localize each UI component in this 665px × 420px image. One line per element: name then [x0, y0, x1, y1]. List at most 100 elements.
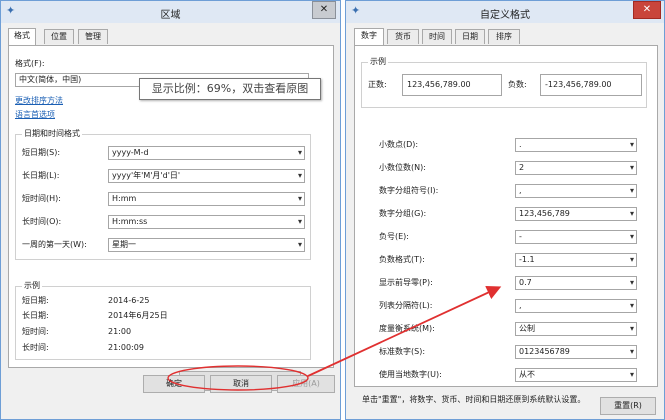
chevron-down-icon: ▾: [629, 255, 634, 264]
decimal-digits-select[interactable]: 2 ▾: [515, 161, 637, 175]
chevron-down-icon: ▾: [297, 148, 302, 157]
digit-grouping-symbol-value: ,: [519, 186, 522, 195]
tab-number[interactable]: 数字: [354, 28, 384, 45]
short-date-value: yyyy-M-d: [112, 148, 149, 157]
digit-grouping-value: 123,456,789: [519, 209, 570, 218]
negative-sign-label: 负号(E):: [379, 232, 409, 241]
long-time-value: H:mm:ss: [112, 217, 148, 226]
chevron-down-icon: ▾: [629, 209, 634, 218]
digit-grouping-symbol-label: 数字分组符号(I):: [379, 186, 439, 195]
chevron-down-icon: ▾: [629, 278, 634, 287]
decimal-digits-value: 2: [519, 163, 525, 172]
example-short-date-value: 2014-6-25: [108, 296, 150, 305]
tab-location[interactable]: 位置: [44, 29, 74, 44]
reset-button[interactable]: 重置(R): [600, 397, 656, 415]
negative-sign-value: -: [519, 232, 522, 241]
positive-value: 123,456,789.00: [402, 74, 502, 96]
custom-format-title: 自定义格式: [480, 10, 530, 21]
long-date-select[interactable]: yyyy'年'M'月'd'日' ▾: [108, 169, 305, 183]
datetime-group-title: 日期和时间格式: [22, 129, 82, 139]
measurement-system-label: 度量衡系统(M):: [379, 324, 435, 333]
negative-sign-select[interactable]: - ▾: [515, 230, 637, 244]
long-time-select[interactable]: H:mm:ss ▾: [108, 215, 305, 229]
short-time-label: 短时间(H):: [22, 194, 61, 203]
chevron-down-icon: ▾: [297, 240, 302, 249]
custom-format-close-button[interactable]: ✕: [633, 1, 661, 19]
chevron-down-icon: ▾: [629, 301, 634, 310]
tab-currency[interactable]: 货币: [387, 29, 419, 44]
negative-format-label: 负数格式(T):: [379, 255, 425, 264]
short-time-select[interactable]: H:mm ▾: [108, 192, 305, 206]
measurement-system-select[interactable]: 公制 ▾: [515, 322, 637, 336]
change-sort-link[interactable]: 更改排序方法: [15, 96, 63, 106]
format-select-value: 中文(简体，中国): [19, 75, 82, 84]
standard-digits-value: 0123456789: [519, 347, 570, 356]
example-long-time-value: 21:00:09: [108, 343, 144, 352]
first-day-value: 星期一: [112, 240, 136, 249]
negative-format-select[interactable]: -1.1 ▾: [515, 253, 637, 267]
chevron-down-icon: ▾: [297, 194, 302, 203]
language-preferences-link[interactable]: 语言首选项: [15, 110, 55, 120]
native-digits-label: 使用当地数字(U):: [379, 370, 442, 379]
ok-button[interactable]: 确定: [143, 375, 205, 393]
custom-format-titlebar[interactable]: ✦ 自定义格式 ✕: [346, 1, 664, 23]
tab-format[interactable]: 格式: [8, 28, 36, 45]
digit-grouping-label: 数字分组(G):: [379, 209, 427, 218]
chevron-down-icon: ▾: [297, 171, 302, 180]
list-separator-value: ,: [519, 301, 522, 310]
tab-admin[interactable]: 管理: [78, 29, 108, 44]
region-close-button[interactable]: ✕: [312, 1, 336, 19]
leading-zero-value: 0.7: [519, 278, 532, 287]
chevron-down-icon: ▾: [297, 217, 302, 226]
chevron-down-icon: ▾: [629, 370, 634, 379]
tab-date[interactable]: 日期: [455, 29, 485, 44]
leading-zero-select[interactable]: 0.7 ▾: [515, 276, 637, 290]
chevron-down-icon: ▾: [629, 186, 634, 195]
chevron-down-icon: ▾: [629, 232, 634, 241]
native-digits-value: 从不: [519, 370, 535, 379]
reset-note: 单击"重置"，将数字、货币、时间和日期还原到系统默认设置。: [362, 395, 586, 404]
number-example-group: 示例 正数: 123,456,789.00 负数: -123,456,789.0…: [361, 57, 647, 108]
digit-grouping-symbol-select[interactable]: , ▾: [515, 184, 637, 198]
decimal-symbol-select[interactable]: . ▾: [515, 138, 637, 152]
region-title: 区域: [160, 10, 181, 21]
tab-time[interactable]: 时间: [422, 29, 452, 44]
list-separator-select[interactable]: , ▾: [515, 299, 637, 313]
decimal-symbol-value: .: [519, 140, 522, 149]
native-digits-select[interactable]: 从不 ▾: [515, 368, 637, 382]
short-date-select[interactable]: yyyy-M-d ▾: [108, 146, 305, 160]
negative-format-value: -1.1: [519, 255, 535, 264]
positive-label: 正数:: [368, 80, 387, 89]
measurement-system-value: 公制: [519, 324, 535, 333]
digit-grouping-select[interactable]: 123,456,789 ▾: [515, 207, 637, 221]
chevron-down-icon: ▾: [629, 140, 634, 149]
example-group: 示例 短日期: 2014-6-25 长日期: 2014年6月25日 短时间: 2…: [15, 281, 311, 360]
example-long-time-label: 长时间:: [22, 343, 49, 352]
long-time-label: 长时间(O):: [22, 217, 62, 226]
long-date-value: yyyy'年'M'月'd'日': [112, 171, 181, 180]
example-short-time-label: 短时间:: [22, 327, 49, 336]
example-long-date-label: 长日期:: [22, 311, 49, 320]
leading-zero-label: 显示前导零(P):: [379, 278, 433, 287]
list-separator-label: 列表分隔符(L):: [379, 301, 433, 310]
first-day-label: 一周的第一天(W):: [22, 240, 87, 249]
example-long-date-value: 2014年6月25日: [108, 311, 168, 320]
number-example-title: 示例: [368, 57, 388, 67]
short-date-label: 短日期(S):: [22, 148, 61, 157]
decimal-symbol-label: 小数点(D):: [379, 140, 419, 149]
standard-digits-select[interactable]: 0123456789 ▾: [515, 345, 637, 359]
tab-sort[interactable]: 排序: [488, 29, 520, 44]
decimal-digits-label: 小数位数(N):: [379, 163, 426, 172]
region-titlebar[interactable]: ✦ 区域 ✕: [1, 1, 340, 23]
chevron-down-icon: ▾: [629, 163, 634, 172]
negative-value: -123,456,789.00: [540, 74, 642, 96]
example-group-title: 示例: [22, 281, 42, 291]
first-day-select[interactable]: 星期一 ▾: [108, 238, 305, 252]
apply-button[interactable]: 应用(A): [277, 375, 335, 393]
datetime-group: 日期和时间格式 短日期(S): yyyy-M-d ▾ 长日期(L): yyyy'…: [15, 129, 311, 260]
standard-digits-label: 标准数字(S):: [379, 347, 426, 356]
zoom-tooltip: 显示比例：69%，双击查看原图: [139, 78, 321, 100]
number-pane: 示例 正数: 123,456,789.00 负数: -123,456,789.0…: [354, 45, 658, 387]
example-short-date-label: 短日期:: [22, 296, 49, 305]
chevron-down-icon: ▾: [629, 347, 634, 356]
